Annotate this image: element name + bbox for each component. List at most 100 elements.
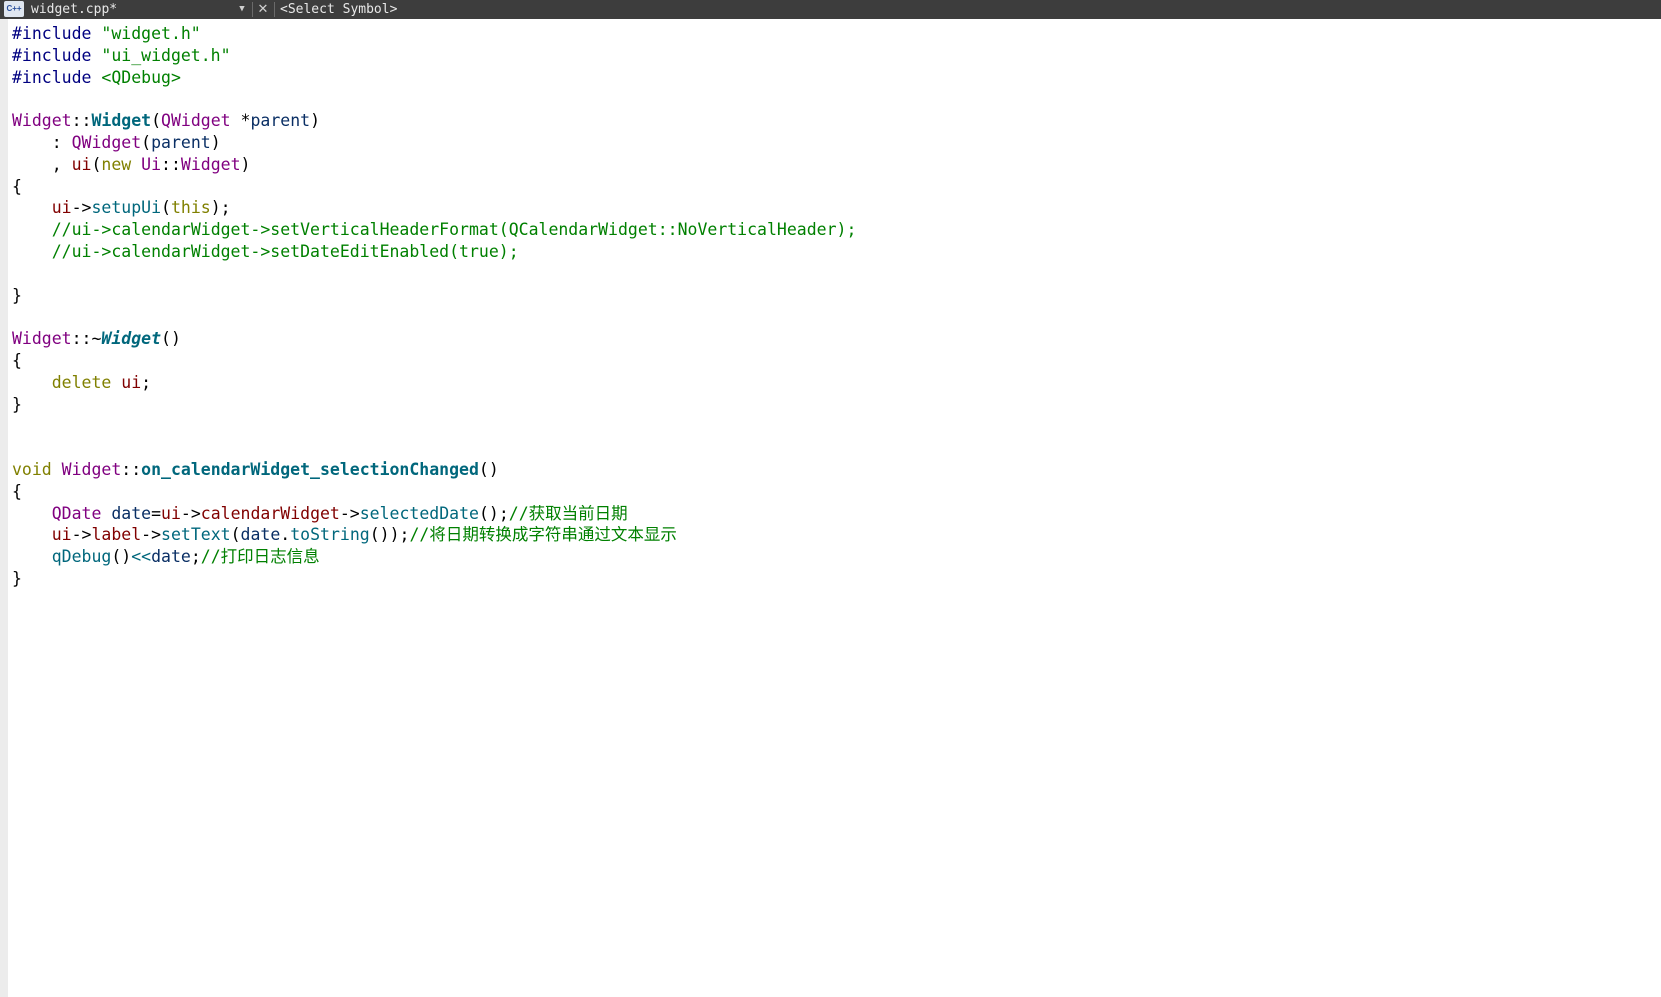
code-token: } bbox=[12, 568, 22, 588]
toolbar-separator bbox=[274, 2, 275, 17]
editor-gutter bbox=[0, 19, 8, 997]
code-line[interactable] bbox=[12, 306, 856, 328]
code-token: label bbox=[91, 525, 142, 545]
code-line[interactable]: } bbox=[12, 394, 856, 416]
code-token: QWidget bbox=[71, 132, 142, 152]
code-token: Widget bbox=[91, 111, 152, 131]
code-token: () bbox=[478, 459, 499, 479]
code-token: this bbox=[170, 198, 211, 218]
code-token: "widget.h" bbox=[101, 24, 201, 43]
code-token: -> bbox=[71, 198, 92, 218]
code-token: //获取当前日期 bbox=[508, 503, 628, 523]
code-token: Widget bbox=[180, 154, 241, 174]
code-line[interactable]: { bbox=[12, 481, 856, 503]
code-token: ui bbox=[161, 503, 181, 523]
code-editor[interactable]: #include "widget.h" #include "ui_widget.h… bbox=[12, 23, 856, 590]
code-line[interactable]: { bbox=[12, 176, 856, 198]
code-token: ::~ bbox=[71, 329, 102, 349]
code-token: selectedDate bbox=[359, 503, 479, 523]
code-token: ) bbox=[310, 111, 320, 131]
code-token: Widget bbox=[12, 111, 72, 131]
close-icon[interactable]: ✕ bbox=[256, 0, 270, 19]
code-token: date bbox=[111, 503, 152, 523]
code-token: ; bbox=[190, 547, 201, 567]
symbol-selector[interactable]: <Select Symbol> bbox=[280, 0, 397, 19]
code-token: -> bbox=[180, 503, 201, 523]
chevron-down-icon[interactable]: ▼ bbox=[236, 0, 248, 19]
code-token: "ui_widget.h" bbox=[101, 45, 231, 65]
code-line[interactable]: ui->setupUi(this); bbox=[12, 197, 856, 219]
code-token: //将日期转换成字符串通过文本显示 bbox=[409, 525, 677, 545]
code-token: Widget bbox=[61, 459, 122, 479]
code-line[interactable]: } bbox=[12, 285, 856, 307]
code-token: ); bbox=[210, 198, 231, 218]
code-token: ( bbox=[91, 154, 102, 174]
code-line[interactable]: #include <QDebug> bbox=[12, 67, 856, 89]
code-token: :: bbox=[161, 154, 181, 174]
code-token: delete bbox=[51, 372, 122, 392]
code-line[interactable]: //ui->calendarWidget->setVerticalHeaderF… bbox=[12, 219, 857, 241]
code-token: toString bbox=[290, 525, 370, 545]
code-line[interactable]: : QWidget(parent) bbox=[12, 132, 856, 154]
code-line[interactable]: { bbox=[12, 350, 856, 372]
code-line[interactable]: void Widget::on_calendarWidget_selection… bbox=[12, 459, 856, 481]
code-token: { bbox=[12, 481, 22, 501]
code-token: qDebug bbox=[51, 547, 112, 567]
file-selector[interactable]: widget.cpp* bbox=[31, 0, 117, 19]
code-token: on_calendarWidget_selectionChanged bbox=[141, 459, 479, 479]
code-token: date bbox=[240, 525, 281, 545]
code-line[interactable]: Widget::Widget(QWidget *parent) bbox=[12, 110, 856, 132]
code-token: ; bbox=[141, 372, 152, 392]
code-token: ()); bbox=[369, 525, 410, 545]
code-token: ui bbox=[71, 154, 92, 174]
code-token: #include bbox=[12, 24, 102, 43]
code-token: -> bbox=[141, 525, 162, 545]
code-line[interactable]: , ui(new Ui::Widget) bbox=[12, 154, 856, 176]
code-token: ) bbox=[240, 154, 251, 174]
code-token: { bbox=[12, 350, 22, 370]
code-line[interactable]: QDate date=ui->calendarWidget->selectedD… bbox=[12, 503, 856, 525]
code-token: setText bbox=[161, 525, 231, 545]
code-token: Widget bbox=[101, 329, 162, 349]
code-token: -> bbox=[71, 525, 92, 545]
code-token: ui bbox=[51, 198, 72, 218]
code-line[interactable] bbox=[12, 437, 856, 459]
code-line[interactable]: ui->label->setText(date.toString());//将日… bbox=[12, 524, 856, 546]
code-token: #include bbox=[12, 67, 102, 87]
code-token: ( bbox=[151, 111, 162, 131]
code-line[interactable] bbox=[12, 263, 856, 285]
code-token: () bbox=[161, 329, 181, 349]
code-line[interactable]: #include "ui_widget.h" bbox=[12, 45, 856, 67]
code-token: * bbox=[230, 111, 251, 131]
code-token: #include bbox=[12, 45, 102, 65]
code-token: } bbox=[12, 394, 22, 414]
code-line[interactable]: #include "widget.h" bbox=[12, 23, 856, 45]
code-line[interactable]: //ui->calendarWidget->setDateEditEnabled… bbox=[12, 241, 856, 263]
code-token: ) bbox=[210, 132, 221, 152]
code-line[interactable]: qDebug()<<date;//打印日志信息 bbox=[12, 546, 856, 568]
code-token: //打印日志信息 bbox=[200, 547, 320, 567]
code-token: : bbox=[12, 132, 72, 152]
editor-toolbar: C++ widget.cpp* ▼ ✕ <Select Symbol> bbox=[0, 0, 1661, 19]
code-line[interactable]: delete ui; bbox=[12, 372, 856, 394]
code-token: { bbox=[12, 176, 22, 196]
code-token: QWidget bbox=[161, 111, 231, 131]
code-line[interactable] bbox=[12, 88, 856, 110]
code-line[interactable]: Widget::~Widget() bbox=[12, 328, 856, 350]
code-token: ( bbox=[230, 525, 241, 545]
code-token: -> bbox=[339, 503, 360, 523]
code-token: () bbox=[111, 547, 132, 567]
cpp-file-icon: C++ bbox=[4, 1, 24, 17]
code-line[interactable] bbox=[12, 415, 856, 437]
code-token: //ui->calendarWidget->setDateEditEnabled… bbox=[51, 241, 519, 261]
code-line[interactable]: } bbox=[12, 568, 856, 590]
code-token: :: bbox=[71, 111, 92, 131]
code-token: Widget bbox=[12, 329, 72, 349]
code-token: = bbox=[151, 503, 162, 523]
